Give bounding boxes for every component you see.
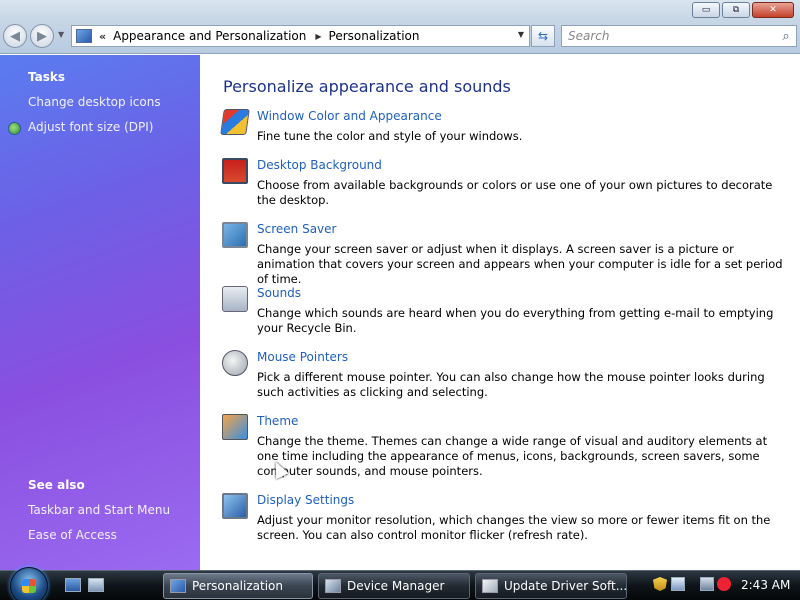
sounds-icon[interactable]: [222, 286, 248, 312]
show-desktop-icon[interactable]: [65, 578, 81, 592]
page-title: Personalize appearance and sounds: [223, 77, 511, 96]
refresh-button[interactable]: ⇆: [531, 25, 555, 47]
mouse-pointers-description: Pick a different mouse pointer. You can …: [257, 370, 765, 399]
window-controls: ▭ ⧉ ✕: [692, 2, 794, 18]
taskbar-button-label: Update Driver Soft...: [504, 579, 627, 593]
window-chrome: ▭ ⧉ ✕ ◀ ▶ ▼ « Appearance and Personaliza…: [0, 0, 800, 54]
see-also-heading: See also: [28, 478, 85, 492]
sounds-link[interactable]: Sounds: [257, 286, 301, 300]
taskbar: Personalization Device Manager Update Dr…: [0, 567, 800, 600]
taskbar-button-update-driver[interactable]: Update Driver Soft...: [475, 573, 627, 599]
desktop-background-description: Choose from available backgrounds or col…: [257, 178, 773, 207]
taskbar-start-menu-link[interactable]: Taskbar and Start Menu: [28, 503, 170, 517]
start-button[interactable]: [10, 567, 48, 600]
system-tray: 2:43 AM: [645, 572, 800, 599]
taskbar-button-label: Device Manager: [347, 579, 445, 593]
window-color-link[interactable]: Window Color and Appearance: [257, 109, 442, 123]
tasks-heading: Tasks: [28, 70, 66, 84]
desktop-background-icon[interactable]: [222, 158, 248, 184]
adjust-font-size-link[interactable]: Adjust font size (DPI): [28, 120, 153, 134]
breadcrumb-separator-icon[interactable]: ▶: [315, 32, 321, 41]
update-driver-icon: [482, 579, 498, 593]
taskbar-button-label: Personalization: [192, 579, 283, 593]
screen-saver-icon[interactable]: [222, 222, 248, 248]
address-dropdown-icon[interactable]: ▼: [518, 30, 524, 39]
shield-icon: [8, 122, 21, 135]
screen-saver-link[interactable]: Screen Saver: [257, 222, 336, 236]
taskbar-button-device-manager[interactable]: Device Manager: [318, 573, 470, 599]
theme-icon[interactable]: [222, 414, 248, 440]
breadcrumb-appearance[interactable]: Appearance and Personalization: [113, 29, 306, 43]
control-panel-icon: [170, 579, 186, 593]
window-color-icon[interactable]: [220, 109, 250, 135]
network-icon[interactable]: [671, 577, 685, 591]
display-settings-link[interactable]: Display Settings: [257, 493, 354, 507]
refresh-icon: ⇆: [537, 29, 549, 43]
theme-link[interactable]: Theme: [257, 414, 298, 428]
clock[interactable]: 2:43 AM: [741, 578, 790, 592]
sounds-description: Change which sounds are heard when you d…: [257, 306, 774, 335]
maximize-button[interactable]: ⧉: [722, 2, 750, 18]
task-pane: Tasks Change desktop icons Adjust font s…: [0, 55, 200, 570]
display-settings-icon[interactable]: [222, 493, 248, 519]
window-color-description: Fine tune the color and style of your wi…: [257, 129, 523, 143]
search-input[interactable]: Search: [568, 29, 776, 43]
minimize-button[interactable]: ▭: [692, 2, 720, 18]
breadcrumb-personalization[interactable]: Personalization: [329, 29, 420, 43]
forward-button[interactable]: ▶: [30, 24, 54, 48]
close-button[interactable]: ✕: [752, 2, 794, 18]
mouse-pointers-link[interactable]: Mouse Pointers: [257, 350, 348, 364]
recent-pages-dropdown[interactable]: ▼: [58, 30, 64, 39]
arrow-right-icon: ▶: [37, 28, 47, 44]
control-panel-icon: [76, 29, 92, 43]
breadcrumb-overflow[interactable]: «: [99, 30, 106, 43]
network-disconnected-icon[interactable]: [700, 577, 714, 591]
switch-windows-icon[interactable]: [88, 578, 104, 592]
security-shield-icon[interactable]: [653, 577, 667, 591]
search-icon[interactable]: ⌕: [776, 29, 796, 44]
back-button[interactable]: ◀: [3, 24, 27, 48]
arrow-left-icon: ◀: [10, 28, 20, 44]
mouse-pointers-icon[interactable]: [222, 350, 248, 376]
display-settings-description: Adjust your monitor resolution, which ch…: [257, 513, 771, 542]
windows-logo-icon: [22, 579, 36, 593]
taskbar-button-personalization[interactable]: Personalization: [163, 573, 313, 599]
address-bar[interactable]: « Appearance and Personalization ▶ Perso…: [71, 25, 530, 47]
device-manager-icon: [325, 579, 341, 593]
theme-description: Change the theme. Themes can change a wi…: [257, 434, 768, 478]
ease-of-access-link[interactable]: Ease of Access: [28, 528, 117, 542]
desktop-background-link[interactable]: Desktop Background: [257, 158, 382, 172]
screen-saver-description: Change your screen saver or adjust when …: [257, 242, 783, 286]
content-pane: Personalize appearance and sounds Window…: [200, 55, 800, 570]
search-box[interactable]: Search ⌕: [561, 25, 797, 47]
volume-muted-icon[interactable]: [717, 577, 731, 591]
change-desktop-icons-link[interactable]: Change desktop icons: [28, 95, 161, 109]
